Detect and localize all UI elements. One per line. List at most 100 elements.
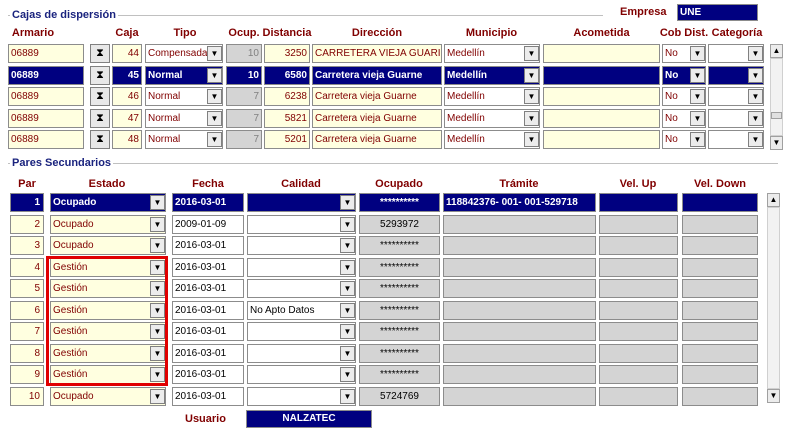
lookup-icon[interactable]: ⧗ — [90, 44, 110, 63]
ocupado-field: 5724769 — [359, 387, 440, 406]
armario-field[interactable]: 06889 — [8, 44, 84, 63]
calidad-dropdown-chevron-down-icon[interactable]: ▼ — [340, 238, 355, 253]
ocupado-field: ********** — [359, 258, 440, 277]
tramite-field — [443, 258, 596, 277]
municipio-dropdown-chevron-down-icon[interactable]: ▼ — [524, 89, 539, 104]
fecha-field[interactable]: 2016-03-01 — [172, 258, 244, 277]
armario-field[interactable]: 06889 — [8, 87, 84, 106]
ocupado-field: ********** — [359, 365, 440, 384]
calidad-dropdown-chevron-down-icon[interactable]: ▼ — [340, 346, 355, 361]
fecha-field[interactable]: 2016-03-01 — [172, 301, 244, 320]
estado-dropdown-chevron-down-icon[interactable]: ▼ — [150, 217, 165, 232]
cajas-scrollbar-track[interactable] — [770, 58, 783, 136]
estado-select[interactable]: Ocupado — [50, 193, 166, 212]
municipio-dropdown-chevron-down-icon[interactable]: ▼ — [524, 46, 539, 61]
fecha-field[interactable]: 2016-03-01 — [172, 322, 244, 341]
categoria-dropdown-chevron-down-icon[interactable]: ▼ — [748, 68, 763, 83]
categoria-dropdown-chevron-down-icon[interactable]: ▼ — [748, 111, 763, 126]
caja-field[interactable]: 47 — [112, 109, 142, 128]
cob-dist-dropdown-chevron-down-icon[interactable]: ▼ — [690, 111, 705, 126]
armario-field[interactable]: 06889 — [8, 66, 84, 85]
cajas-scroll-down-icon[interactable]: ▼ — [770, 136, 783, 150]
fecha-field[interactable]: 2016-03-01 — [172, 365, 244, 384]
vel-up-field — [599, 258, 678, 277]
distancia-field[interactable]: 6580 — [264, 66, 310, 85]
categoria-dropdown-chevron-down-icon[interactable]: ▼ — [748, 89, 763, 104]
categoria-dropdown-chevron-down-icon[interactable]: ▼ — [748, 132, 763, 147]
tramite-field: 118842376- 001- 001-529718 — [443, 193, 596, 212]
tipo-dropdown-chevron-down-icon[interactable]: ▼ — [207, 111, 222, 126]
pares-scroll-up-icon[interactable]: ▲ — [767, 193, 780, 207]
estado-select[interactable]: Ocupado — [50, 215, 166, 234]
lookup-icon[interactable]: ⧗ — [90, 87, 110, 106]
vel-down-field — [682, 193, 758, 212]
cajas-scroll-up-icon[interactable]: ▲ — [770, 44, 783, 58]
distancia-field[interactable]: 3250 — [264, 44, 310, 63]
ocup-field: 7 — [226, 87, 262, 106]
usuario-label: Usuario — [185, 413, 226, 425]
direccion-field[interactable]: Carretera vieja Guarne — [312, 66, 442, 85]
lookup-icon[interactable]: ⧗ — [90, 66, 110, 85]
pares-scroll-down-icon[interactable]: ▼ — [767, 389, 780, 403]
caja-field[interactable]: 44 — [112, 44, 142, 63]
cob-dist-dropdown-chevron-down-icon[interactable]: ▼ — [690, 89, 705, 104]
estado-dropdown-chevron-down-icon[interactable]: ▼ — [150, 195, 165, 210]
calidad-dropdown-chevron-down-icon[interactable]: ▼ — [340, 303, 355, 318]
distancia-field[interactable]: 6238 — [264, 87, 310, 106]
calidad-dropdown-chevron-down-icon[interactable]: ▼ — [340, 324, 355, 339]
estado-select[interactable]: Ocupado — [50, 236, 166, 255]
estado-select[interactable]: Ocupado — [50, 387, 166, 406]
cob-dist-dropdown-chevron-down-icon[interactable]: ▼ — [690, 46, 705, 61]
estado-dropdown-chevron-down-icon[interactable]: ▼ — [150, 389, 165, 404]
ocupado-field: ********** — [359, 344, 440, 363]
fecha-field[interactable]: 2016-03-01 — [172, 236, 244, 255]
categoria-dropdown-chevron-down-icon[interactable]: ▼ — [748, 46, 763, 61]
acometida-field[interactable] — [543, 109, 660, 128]
calidad-dropdown-chevron-down-icon[interactable]: ▼ — [340, 260, 355, 275]
direccion-field[interactable]: Carretera vieja Guarne — [312, 130, 442, 149]
tipo-dropdown-chevron-down-icon[interactable]: ▼ — [207, 46, 222, 61]
fecha-field[interactable]: 2016-03-01 — [172, 387, 244, 406]
fecha-field[interactable]: 2016-03-01 — [172, 193, 244, 212]
distancia-field[interactable]: 5201 — [264, 130, 310, 149]
cajas-scrollbar-thumb[interactable] — [771, 112, 782, 119]
caja-field[interactable]: 46 — [112, 87, 142, 106]
calidad-dropdown-chevron-down-icon[interactable]: ▼ — [340, 217, 355, 232]
municipio-dropdown-chevron-down-icon[interactable]: ▼ — [524, 132, 539, 147]
lookup-icon[interactable]: ⧗ — [90, 109, 110, 128]
empresa-field[interactable]: UNE — [677, 4, 758, 21]
cob-dist-dropdown-chevron-down-icon[interactable]: ▼ — [690, 132, 705, 147]
fecha-field[interactable]: 2016-03-01 — [172, 279, 244, 298]
distancia-field[interactable]: 5821 — [264, 109, 310, 128]
vel-down-field — [682, 215, 758, 234]
fecha-field[interactable]: 2016-03-01 — [172, 344, 244, 363]
calidad-dropdown-chevron-down-icon[interactable]: ▼ — [340, 367, 355, 382]
ocupado-field: ********** — [359, 236, 440, 255]
cob-dist-dropdown-chevron-down-icon[interactable]: ▼ — [690, 68, 705, 83]
direccion-field[interactable]: CARRETERA VIEJA GUARI — [312, 44, 442, 63]
acometida-field[interactable] — [543, 130, 660, 149]
municipio-dropdown-chevron-down-icon[interactable]: ▼ — [524, 68, 539, 83]
lookup-icon[interactable]: ⧗ — [90, 130, 110, 149]
pares-scrollbar-track[interactable] — [767, 207, 780, 389]
municipio-dropdown-chevron-down-icon[interactable]: ▼ — [524, 111, 539, 126]
armario-field[interactable]: 06889 — [8, 109, 84, 128]
ocupado-field: 5293972 — [359, 215, 440, 234]
calidad-dropdown-chevron-down-icon[interactable]: ▼ — [340, 195, 355, 210]
calidad-dropdown-chevron-down-icon[interactable]: ▼ — [340, 389, 355, 404]
usuario-field[interactable]: NALZATEC — [246, 410, 372, 428]
caja-field[interactable]: 48 — [112, 130, 142, 149]
acometida-field[interactable] — [543, 87, 660, 106]
caja-field[interactable]: 45 — [112, 66, 142, 85]
estado-dropdown-chevron-down-icon[interactable]: ▼ — [150, 238, 165, 253]
acometida-field[interactable] — [543, 44, 660, 63]
fecha-field[interactable]: 2009-01-09 — [172, 215, 244, 234]
armario-field[interactable]: 06889 — [8, 130, 84, 149]
direccion-field[interactable]: Carretera vieja Guarne — [312, 87, 442, 106]
acometida-field[interactable] — [543, 66, 660, 85]
tipo-dropdown-chevron-down-icon[interactable]: ▼ — [207, 68, 222, 83]
direccion-field[interactable]: Carretera vieja Guarne — [312, 109, 442, 128]
tipo-dropdown-chevron-down-icon[interactable]: ▼ — [207, 132, 222, 147]
tipo-dropdown-chevron-down-icon[interactable]: ▼ — [207, 89, 222, 104]
calidad-dropdown-chevron-down-icon[interactable]: ▼ — [340, 281, 355, 296]
